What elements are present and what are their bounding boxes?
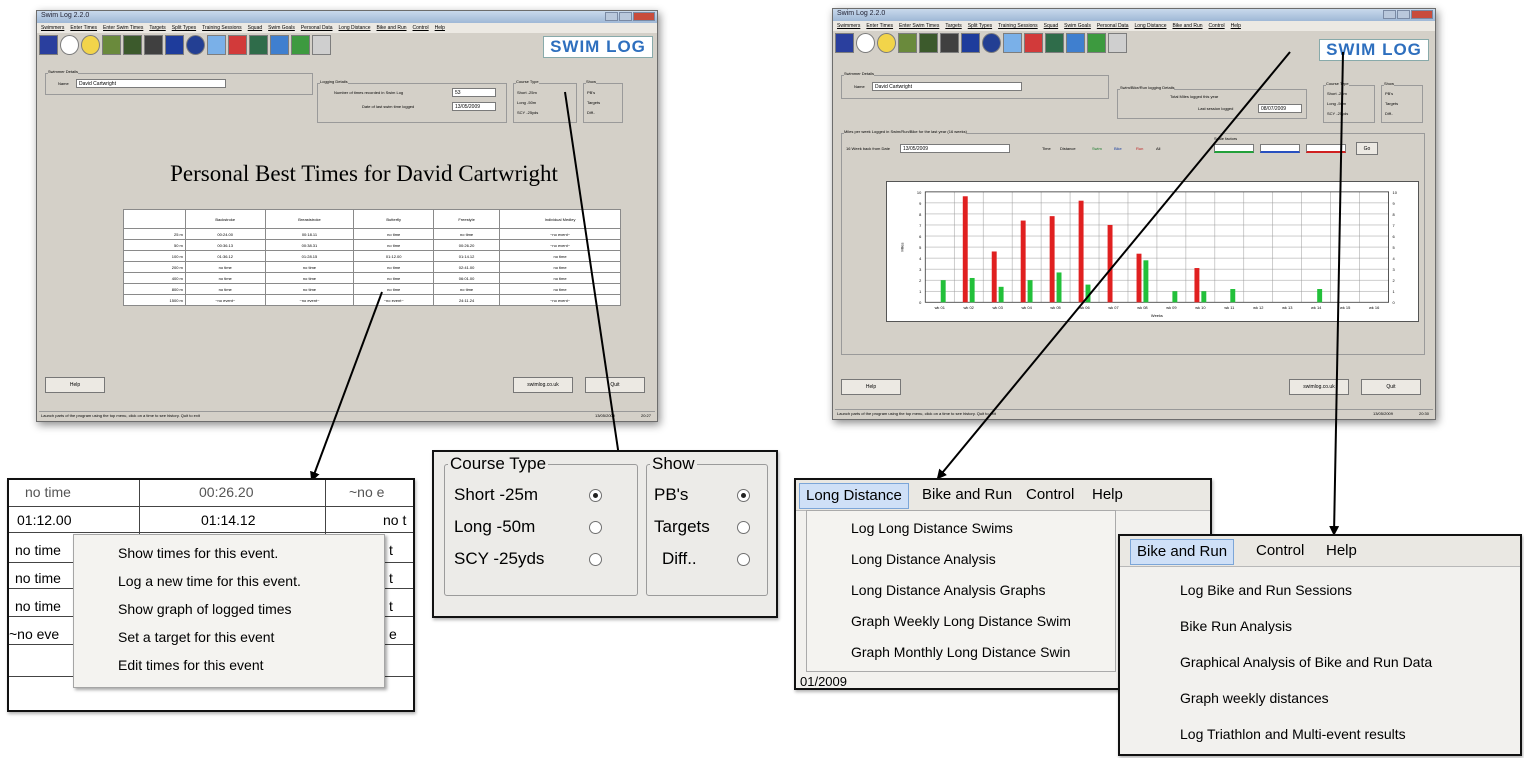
graph-monthly-item[interactable]: Graph Monthly Long Distance Swin [851, 644, 1070, 660]
menu-help[interactable]: Help [1320, 539, 1363, 563]
graphical-analysis-item[interactable]: Graphical Analysis of Bike and Run Data [1180, 654, 1432, 670]
menu-help[interactable]: Help [1086, 483, 1129, 507]
long-distance-analysis-item[interactable]: Long Distance Analysis [851, 551, 996, 567]
grid-line [325, 480, 326, 536]
edit-times-item[interactable]: Edit times for this event [74, 651, 384, 679]
show-targets-radio[interactable] [737, 521, 750, 534]
cell-side-4: ~no eve [9, 626, 60, 642]
course-long-label[interactable]: Long -50m [454, 517, 535, 537]
bike-run-analysis-item[interactable]: Bike Run Analysis [1180, 618, 1292, 634]
cell-side-1: no time [15, 542, 61, 558]
cell-top-3: ~no e [349, 484, 385, 500]
cell-right-2: t [389, 570, 393, 586]
menu-bar-zoom: Long Distance Bike and Run Control Help [796, 480, 1210, 511]
menu-control[interactable]: Control [1250, 539, 1310, 563]
zoom-context-menu: no time 00:26.20 ~no e 01:12.00 01:14.12… [7, 478, 415, 712]
show-label: Show [650, 454, 697, 474]
show-pbs-radio[interactable] [737, 489, 750, 502]
show-diff-radio[interactable] [737, 553, 750, 566]
cell-right-4: e [389, 626, 397, 642]
long-distance-dropdown: Log Long Distance Swims Long Distance An… [806, 510, 1116, 672]
menu-control[interactable]: Control [1020, 483, 1080, 507]
course-long-radio[interactable] [589, 521, 602, 534]
grid-line [9, 506, 413, 507]
arrow-to-bike-run-menu [1329, 51, 1344, 536]
cell-freestyle-100[interactable]: 01:14.12 [201, 512, 256, 528]
menu-bar-zoom: Bike and Run Control Help [1120, 536, 1520, 567]
course-short-label[interactable]: Short -25m [454, 485, 538, 505]
cell-butterfly-100[interactable]: 01:12.00 [17, 512, 72, 528]
log-long-distance-item[interactable]: Log Long Distance Swims [851, 520, 1013, 536]
context-menu: Show times for this event. Log a new tim… [73, 534, 385, 688]
cell-right-1: t [389, 542, 393, 558]
zoom-bike-run-menu: Bike and Run Control Help Log Bike and R… [1118, 534, 1522, 756]
menu-bike-and-run[interactable]: Bike and Run [916, 483, 1018, 507]
log-bike-run-item[interactable]: Log Bike and Run Sessions [1180, 582, 1352, 598]
cell-top-1: no time [25, 484, 71, 500]
show-pbs-label[interactable]: PB's [654, 485, 688, 505]
grid-line [139, 480, 140, 536]
background-date-text: 01/2009 [800, 674, 847, 689]
long-distance-graphs-item[interactable]: Long Distance Analysis Graphs [851, 582, 1046, 598]
show-diff-label[interactable]: Diff.. [662, 549, 697, 569]
log-triathlon-item[interactable]: Log Triathlon and Multi-event results [1180, 726, 1406, 742]
zoom-course-type: Course Type Short -25m Long -50m SCY -25… [432, 450, 778, 618]
show-times-item[interactable]: Show times for this event. [74, 539, 384, 567]
grid-line [9, 532, 413, 533]
course-scy-radio[interactable] [589, 553, 602, 566]
graph-weekly-item[interactable]: Graph Weekly Long Distance Swim [851, 613, 1071, 629]
show-graph-item[interactable]: Show graph of logged times [74, 595, 384, 623]
cell-side-2: no time [15, 570, 61, 586]
log-new-time-item[interactable]: Log a new time for this event. [74, 567, 384, 595]
show-targets-label[interactable]: Targets [654, 517, 710, 537]
course-type-label: Course Type [448, 454, 549, 474]
cell-im-100[interactable]: no t [383, 512, 406, 528]
arrow-to-context-menu [310, 291, 383, 482]
menu-long-distance[interactable]: Long Distance [799, 483, 909, 509]
cell-side-3: no time [15, 598, 61, 614]
cell-right-3: t [389, 598, 393, 614]
course-short-radio[interactable] [589, 489, 602, 502]
graph-weekly-distances-item[interactable]: Graph weekly distances [1180, 690, 1329, 706]
arrow-to-course-type [564, 91, 624, 465]
menu-bike-and-run[interactable]: Bike and Run [1130, 539, 1235, 565]
set-target-item[interactable]: Set a target for this event [74, 623, 384, 651]
course-scy-label[interactable]: SCY -25yds [454, 549, 544, 569]
arrow-to-long-distance-menu [936, 51, 1291, 480]
cell-top-2: 00:26.20 [199, 484, 254, 500]
